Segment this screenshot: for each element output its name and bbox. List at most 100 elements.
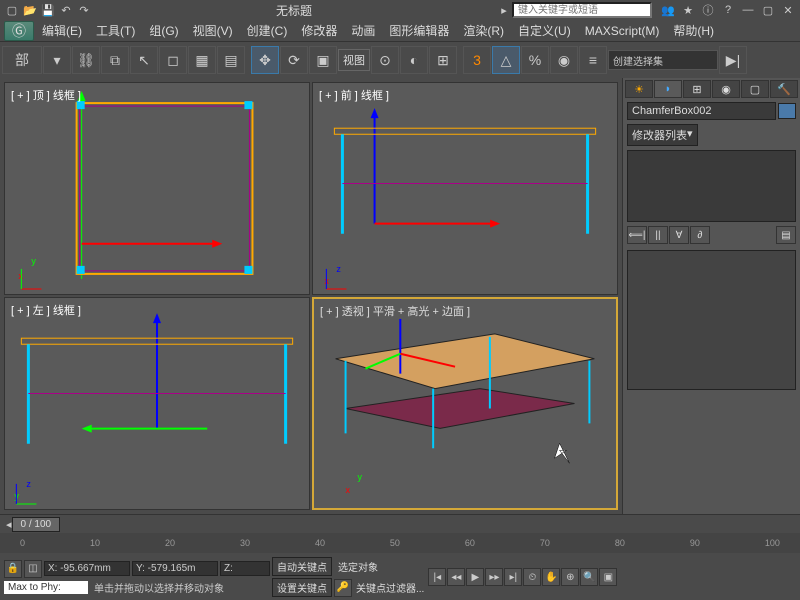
save-icon[interactable]: 💾 [40,2,56,18]
prev-frame-icon[interactable]: ◂◂ [447,568,465,586]
time-position[interactable]: 0 / 100 [12,517,61,532]
app-logo-icon[interactable]: Ⓖ [4,21,34,41]
menu-render[interactable]: 渲染(R) [457,20,510,41]
coord-x[interactable]: X: -95.667mm [44,561,130,576]
keyfilter-button[interactable]: 关键点过滤器... [354,579,426,596]
show-end-icon[interactable]: || [648,226,668,244]
maxscript-input[interactable]: Max to Phy: [4,581,88,594]
manip-icon[interactable]: ◐ [400,46,428,74]
play-icon[interactable]: ▶ [466,568,484,586]
open-icon[interactable]: 📂 [22,2,38,18]
time-config-icon[interactable]: ⏲ [523,568,541,586]
time-slider[interactable]: ◂ 0 / 100 0102030405060708090100 [0,514,800,554]
modify-icon: ◗ [665,83,672,95]
pin-stack-icon[interactable]: ⟸| [627,226,647,244]
refcoord-dropdown[interactable]: 视图 [338,49,370,71]
svg-text:y: y [358,472,363,482]
time-ruler[interactable]: 0102030405060708090100 [0,533,800,553]
setkey-button[interactable]: 设置关键点 [272,578,332,597]
arc-rotate-icon[interactable]: ⊕ [561,568,579,586]
modifier-stack[interactable] [627,150,796,222]
select-window-icon[interactable]: ▦ [188,46,216,74]
display-icon: ▢ [750,83,760,96]
selected-label[interactable]: 选定对象 [334,558,382,575]
svg-text:y: y [31,256,36,266]
unlink-icon[interactable]: ⧉ [101,46,129,74]
pivot-icon[interactable]: ⊙ [371,46,399,74]
parameters-rollout [627,250,796,390]
unique-icon[interactable]: ∀ [669,226,689,244]
select-region-icon[interactable]: ◻ [159,46,187,74]
iso-icon[interactable]: ◫ [24,560,42,578]
coord-z[interactable]: Z: [220,561,270,576]
viewport-left[interactable]: [ + ] 左 ] 线框 ] yz [4,297,310,510]
menu-edit[interactable]: 编辑(E) [36,20,88,41]
dropdown-label[interactable]: 部 [2,46,42,74]
configure-icon[interactable]: ▤ [776,226,796,244]
rotate-icon[interactable]: ⟳ [280,46,308,74]
menu-help[interactable]: 帮助(H) [667,20,720,41]
menu-group[interactable]: 组(G) [143,20,184,41]
autokey-button[interactable]: 自动关键点 [272,557,332,576]
dropdown-arrow-icon[interactable]: ▾ [43,46,71,74]
remove-mod-icon[interactable]: ∂ [690,226,710,244]
viewport-top[interactable]: [ + ] 顶 ] 线框 ] xy [4,82,310,295]
object-color-swatch[interactable] [778,103,796,119]
move-icon[interactable]: ✥ [251,46,279,74]
tab-hierarchy[interactable]: ⊞ [683,80,711,98]
scale-icon[interactable]: ▣ [309,46,337,74]
menu-tools[interactable]: 工具(T) [90,20,141,41]
undo-icon[interactable]: ↶ [58,2,74,18]
help-search-input[interactable] [512,2,652,18]
minimize-icon[interactable]: — [740,2,756,18]
goto-start-icon[interactable]: |◂ [428,568,446,586]
menu-animation[interactable]: 动画 [345,20,381,41]
hierarchy-icon: ⊞ [692,83,701,96]
tab-display[interactable]: ▢ [741,80,769,98]
close-icon[interactable]: ✕ [780,2,796,18]
snap-icon[interactable]: 3 [463,46,491,74]
modifier-list-dropdown[interactable]: 修改器列表▾ [627,124,698,146]
goto-end-icon[interactable]: ▸| [504,568,522,586]
menu-create[interactable]: 创建(C) [241,20,294,41]
svg-text:x: x [346,485,351,495]
menu-modifiers[interactable]: 修改器 [295,20,343,41]
percent-snap-icon[interactable]: % [521,46,549,74]
viewport-persp-label: [ + ] 透视 ] 平滑 + 高光 + 边面 ] [320,303,470,319]
zoom-icon[interactable]: 🔍 [580,568,598,586]
help-icon[interactable]: ? [720,2,736,18]
viewport-front[interactable]: [ + ] 前 ] 线框 ] xz [312,82,618,295]
object-name-input[interactable]: ChamferBox002 [627,102,776,120]
next-frame-icon[interactable]: ▸▸ [485,568,503,586]
new-icon[interactable]: ▢ [4,2,20,18]
menu-customize[interactable]: 自定义(U) [512,20,577,41]
key-icon[interactable]: 🔑 [334,579,352,597]
coord-y[interactable]: Y: -579.165m [132,561,218,576]
pan-icon[interactable]: ✋ [542,568,560,586]
menu-maxscript[interactable]: MAXScript(M) [579,22,666,40]
select-icon[interactable]: ↖ [130,46,158,74]
spinner-snap-icon[interactable]: ◉ [550,46,578,74]
viewport-perspective[interactable]: [ + ] 透视 ] 平滑 + 高光 + 边面 ] xy [312,297,618,510]
command-panel: ☀ ◗ ⊞ ◉ ▢ 🔨 ChamferBox002 修改器列表▾ ⟸| || ∀… [622,78,800,514]
tab-motion[interactable]: ◉ [712,80,740,98]
angle-snap-icon[interactable]: △ [492,46,520,74]
maxview-icon[interactable]: ▣ [599,568,617,586]
info-icon[interactable]: ⓘ [700,2,716,18]
tab-create[interactable]: ☀ [625,80,653,98]
selection-set-dropdown[interactable]: 创建选择集 [608,50,718,70]
keymode-icon[interactable]: ⊞ [429,46,457,74]
select-link-icon[interactable]: ⛓ [72,46,100,74]
named-sel-icon[interactable]: ≡ [579,46,607,74]
redo-icon[interactable]: ↷ [76,2,92,18]
mirror-icon[interactable]: ▶| [719,46,747,74]
comm-icon[interactable]: 👥 [660,2,676,18]
menu-view[interactable]: 视图(V) [187,20,239,41]
select-name-icon[interactable]: ▤ [217,46,245,74]
maximize-icon[interactable]: ▢ [760,2,776,18]
menu-grapheditor[interactable]: 图形编辑器 [383,20,455,41]
tab-utilities[interactable]: 🔨 [770,80,798,98]
star-icon[interactable]: ★ [680,2,696,18]
tab-modify[interactable]: ◗ [654,80,682,98]
lock-icon[interactable]: 🔒 [4,560,22,578]
